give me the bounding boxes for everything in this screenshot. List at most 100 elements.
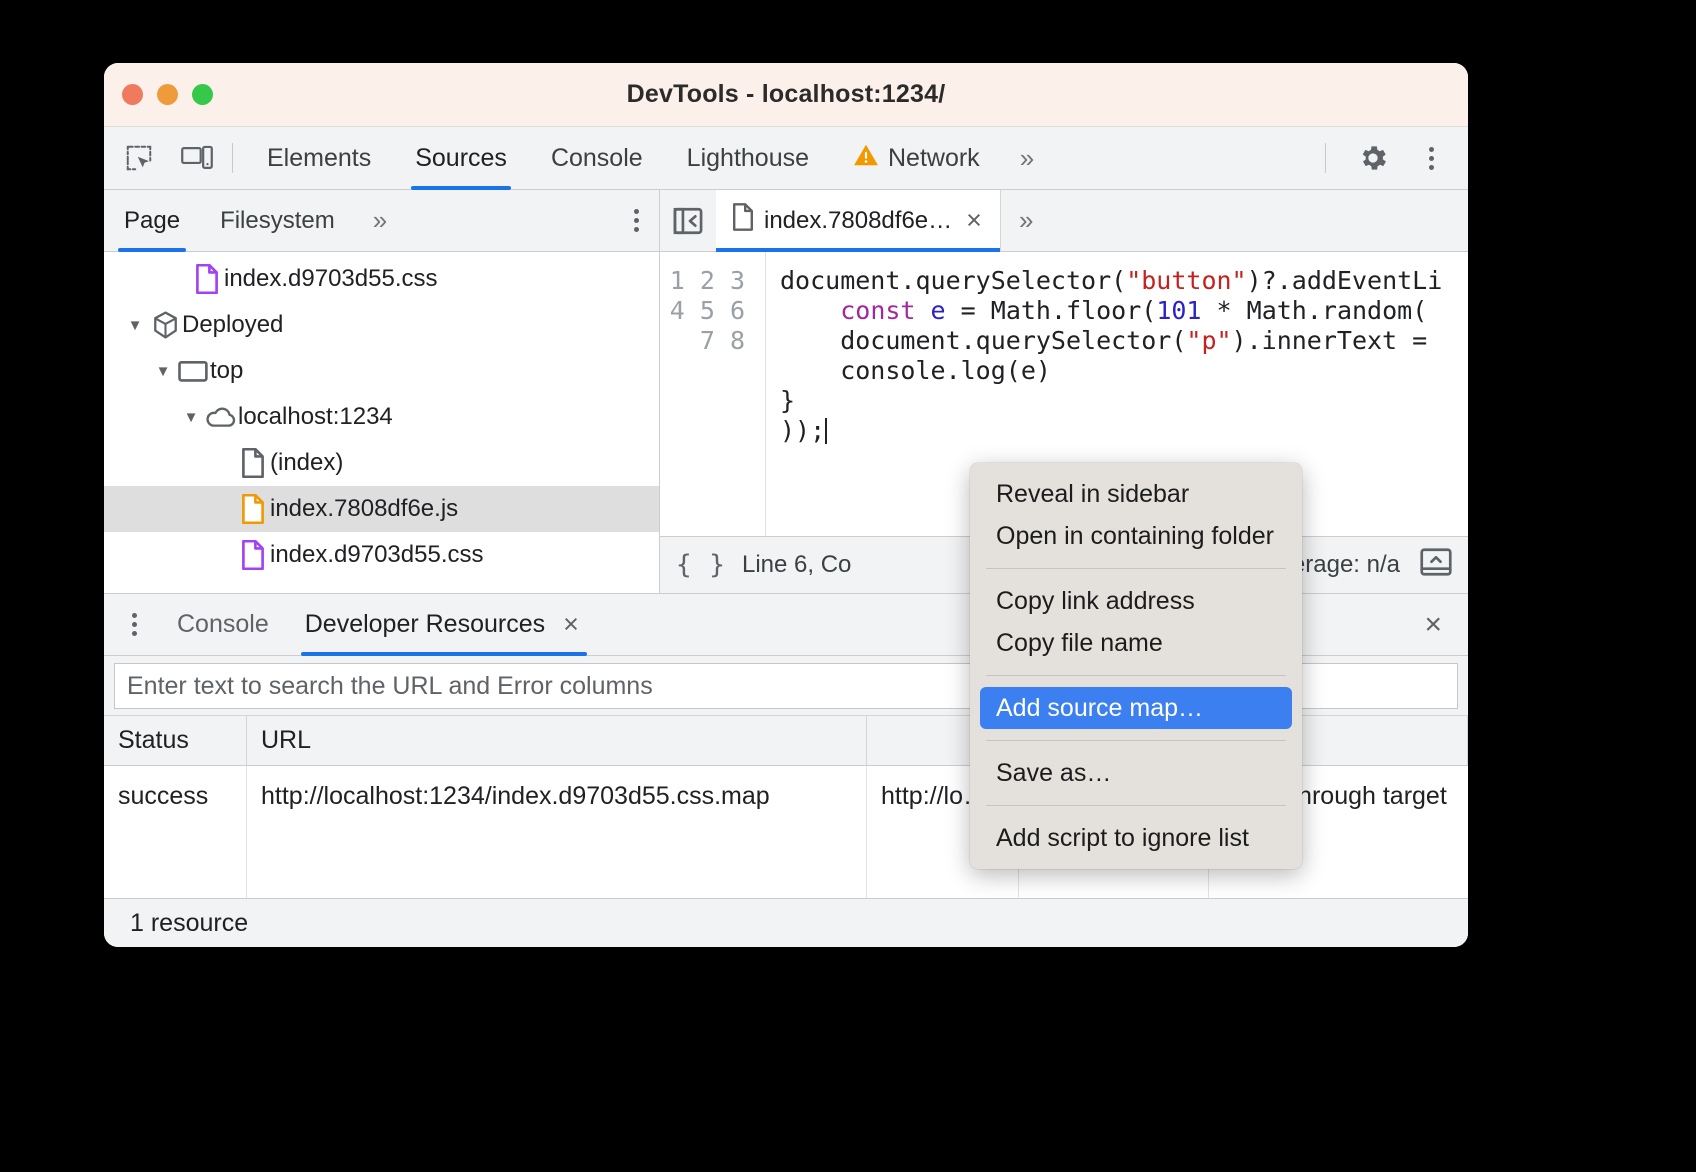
tree-item-label: index.d9703d55.css bbox=[270, 541, 484, 569]
tab-lighthouse[interactable]: Lighthouse bbox=[665, 127, 831, 190]
nav-tab-page-label: Page bbox=[124, 207, 180, 235]
code-line-2: const e = Math.floor(101 * Math.random( bbox=[780, 296, 1427, 325]
close-icon[interactable]: × bbox=[962, 207, 986, 234]
cloud-icon bbox=[204, 405, 238, 429]
window-title: DevTools - localhost:1234/ bbox=[104, 80, 1468, 109]
js-file-icon bbox=[236, 494, 270, 524]
tree-item-deployed[interactable]: ▼ Deployed bbox=[104, 302, 659, 348]
more-tabs-chevron-icon[interactable]: » bbox=[1002, 143, 1048, 174]
tab-lighthouse-label: Lighthouse bbox=[687, 144, 809, 173]
nav-tab-filesystem[interactable]: Filesystem bbox=[200, 190, 355, 252]
menu-item-open-in-containing-folder[interactable]: Open in containing folder bbox=[970, 515, 1302, 557]
tab-sources[interactable]: Sources bbox=[393, 127, 529, 190]
editor-tab-index-js[interactable]: index.7808df6e… × bbox=[716, 190, 1001, 252]
tree-item-top[interactable]: ▼ top bbox=[104, 348, 659, 394]
tab-network-label: Network bbox=[888, 144, 980, 173]
menu-item-copy-link-address[interactable]: Copy link address bbox=[970, 580, 1302, 622]
tree-item-label: index.d9703d55.css bbox=[224, 265, 438, 293]
menu-item-label: Save as… bbox=[996, 759, 1111, 788]
inspect-element-icon[interactable] bbox=[116, 138, 162, 178]
css-file-icon bbox=[190, 264, 224, 294]
twisty-expanded-icon[interactable]: ▼ bbox=[178, 409, 204, 426]
code-line-6: )); bbox=[780, 416, 827, 445]
menu-separator bbox=[986, 675, 1286, 676]
document-file-icon bbox=[236, 448, 270, 478]
nav-tab-filesystem-label: Filesystem bbox=[220, 207, 335, 235]
tab-console[interactable]: Console bbox=[529, 127, 665, 190]
search-placeholder: Enter text to search the URL and Error c… bbox=[127, 672, 653, 701]
drawer-kebab-icon[interactable] bbox=[132, 613, 137, 636]
maximize-window-button[interactable] bbox=[192, 84, 213, 105]
tree-item-label: top bbox=[210, 357, 243, 385]
drawer-tab-developer-resources[interactable]: Developer Resources × bbox=[287, 594, 601, 656]
line-number-gutter: 1 2 3 4 5 6 7 8 bbox=[660, 252, 766, 536]
show-drawer-icon[interactable] bbox=[1420, 548, 1452, 583]
cell-url: http://localhost:1234/index.d9703d55.css… bbox=[247, 766, 867, 898]
menu-separator bbox=[986, 740, 1286, 741]
document-file-icon bbox=[732, 203, 754, 238]
twisty-expanded-icon[interactable]: ▼ bbox=[122, 317, 148, 334]
menu-item-copy-file-name[interactable]: Copy file name bbox=[970, 622, 1302, 664]
traffic-lights[interactable] bbox=[122, 84, 213, 105]
device-toolbar-icon[interactable] bbox=[174, 138, 220, 178]
tree-item-index-css[interactable]: index.d9703d55.css bbox=[104, 532, 659, 578]
tab-console-label: Console bbox=[551, 144, 643, 173]
context-menu[interactable]: Reveal in sidebar Open in containing fol… bbox=[970, 463, 1302, 869]
tab-elements[interactable]: Elements bbox=[245, 127, 393, 190]
menu-item-add-source-map[interactable]: Add source map… bbox=[980, 687, 1292, 729]
menu-item-save-as[interactable]: Save as… bbox=[970, 752, 1302, 794]
drawer-status-bar: 1 resource bbox=[104, 898, 1468, 947]
tab-sources-label: Sources bbox=[415, 144, 507, 173]
tree-item-index-js[interactable]: index.7808df6e.js bbox=[104, 486, 659, 532]
tree-item-label: index.7808df6e.js bbox=[270, 495, 458, 523]
drawer-tab-console[interactable]: Console bbox=[159, 594, 287, 656]
resource-count-label: 1 resource bbox=[130, 909, 248, 938]
menu-item-label: Reveal in sidebar bbox=[996, 480, 1189, 509]
tree-item-index-css-top[interactable]: index.d9703d55.css bbox=[104, 256, 659, 302]
column-header-url[interactable]: URL bbox=[247, 716, 867, 765]
menu-item-reveal-in-sidebar[interactable]: Reveal in sidebar bbox=[970, 473, 1302, 515]
show-navigator-icon[interactable] bbox=[660, 205, 716, 237]
code-line-3: document.querySelector("p").innerText = bbox=[780, 326, 1427, 355]
navigator-tabbar: Page Filesystem » bbox=[104, 190, 659, 252]
toolbar-right-group bbox=[1313, 138, 1468, 178]
warning-triangle-icon bbox=[853, 143, 879, 174]
toolbar-divider-right bbox=[1325, 143, 1326, 173]
editor-tab-label: index.7808df6e… bbox=[764, 207, 952, 235]
tree-item-label: Deployed bbox=[182, 311, 283, 339]
editor-tabbar: index.7808df6e… × » bbox=[660, 190, 1468, 252]
editor-more-tabs-chevron-icon[interactable]: » bbox=[1001, 205, 1047, 236]
close-window-button[interactable] bbox=[122, 84, 143, 105]
tree-item-localhost[interactable]: ▼ localhost:1234 bbox=[104, 394, 659, 440]
close-drawer-icon[interactable]: × bbox=[1424, 610, 1442, 640]
file-tree: index.d9703d55.css ▼ Deployed bbox=[104, 252, 659, 593]
twisty-expanded-icon[interactable]: ▼ bbox=[150, 363, 176, 380]
css-file-icon bbox=[236, 540, 270, 570]
screenshot-root: DevTools - localhost:1234/ Elements bbox=[0, 0, 1696, 1172]
menu-item-label: Copy file name bbox=[996, 629, 1163, 658]
frame-icon bbox=[176, 359, 210, 383]
nav-more-tabs-chevron-icon[interactable]: » bbox=[355, 205, 401, 236]
drawer-tab-developer-resources-label: Developer Resources bbox=[305, 610, 545, 639]
gear-icon[interactable] bbox=[1350, 138, 1396, 178]
menu-separator bbox=[986, 568, 1286, 569]
close-icon[interactable]: × bbox=[559, 611, 583, 638]
minimize-window-button[interactable] bbox=[157, 84, 178, 105]
menu-item-add-script-to-ignore-list[interactable]: Add script to ignore list bbox=[970, 817, 1302, 859]
tab-network[interactable]: Network bbox=[831, 127, 1002, 190]
menu-item-label: Add script to ignore list bbox=[996, 824, 1249, 853]
menu-item-label: Open in containing folder bbox=[996, 522, 1274, 551]
window-titlebar: DevTools - localhost:1234/ bbox=[104, 63, 1468, 127]
menu-item-label: Copy link address bbox=[996, 587, 1195, 616]
navigator-kebab-icon[interactable] bbox=[634, 209, 639, 232]
main-toolbar: Elements Sources Console Lighthouse bbox=[104, 127, 1468, 190]
deployed-box-icon bbox=[148, 311, 182, 339]
cursor-position: Line 6, Co bbox=[742, 551, 851, 579]
more-options-kebab-icon[interactable] bbox=[1408, 138, 1454, 178]
pretty-print-braces-icon[interactable]: { } bbox=[676, 550, 726, 580]
code-line-1: document.querySelector("button")?.addEve… bbox=[780, 266, 1442, 295]
nav-tab-page[interactable]: Page bbox=[104, 190, 200, 252]
tree-item-index[interactable]: (index) bbox=[104, 440, 659, 486]
column-header-status[interactable]: Status bbox=[104, 716, 247, 765]
line-numbers: 1 2 3 4 5 6 7 8 bbox=[670, 266, 745, 355]
